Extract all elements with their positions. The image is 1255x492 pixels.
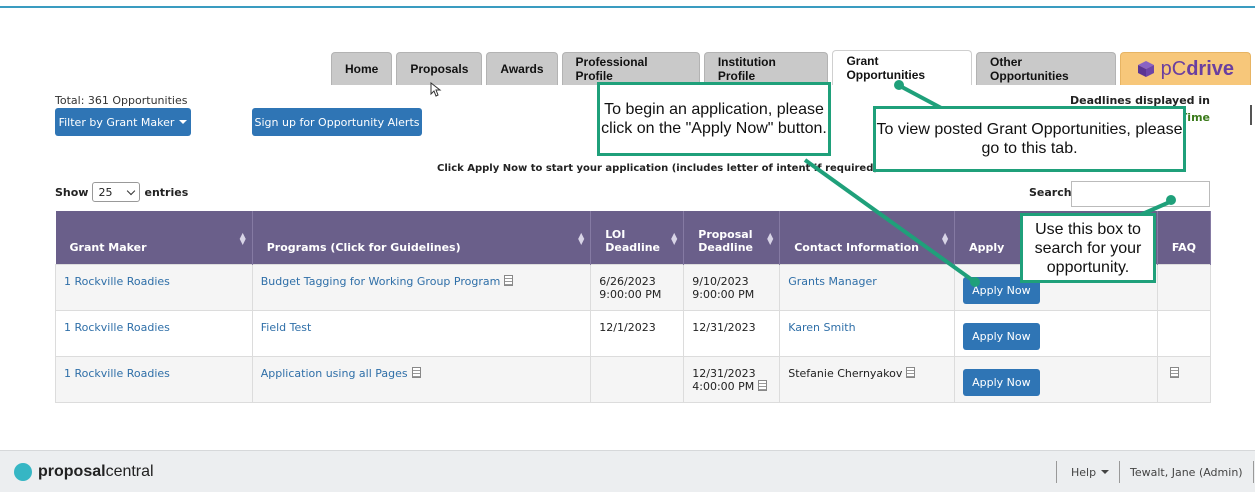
search-input[interactable] (1071, 181, 1210, 207)
caret-down-icon (179, 120, 188, 124)
caret-down-icon (1101, 470, 1110, 474)
column-header-loi-deadline[interactable]: LOI Deadline ▲ ▼ (590, 211, 685, 264)
column-header-contact[interactable]: Contact Information ▲ ▼ (779, 211, 956, 264)
column-header-label: Apply (969, 240, 1005, 254)
column-header-label: Programs (Click for Guidelines) (266, 240, 461, 254)
document-icon[interactable] (906, 366, 916, 378)
apply-now-button[interactable]: Apply Now (963, 368, 1040, 396)
total-opportunities: Total: 361 Opportunities (55, 94, 188, 107)
opportunity-alerts-button[interactable]: Sign up for Opportunity Alerts (252, 108, 422, 136)
column-header-grant-maker[interactable]: Grant Maker ▲ ▼ (55, 211, 253, 264)
column-header-faq: FAQ (1157, 211, 1212, 264)
help-menu[interactable]: Help (1056, 461, 1110, 483)
sort-icon: ▲ ▼ (671, 231, 678, 246)
tab-awards[interactable]: Awards (486, 52, 558, 85)
column-header-proposal-deadline[interactable]: Proposal Deadline ▲ ▼ (683, 211, 781, 264)
proposal-time: 4:00:00 PM (692, 379, 755, 393)
tab-grant-opportunities[interactable]: Grant Opportunities (832, 50, 973, 85)
loi-time: 9:00:00 PM (599, 287, 662, 301)
faq-document-icon[interactable] (1169, 366, 1179, 378)
help-label: Help (1071, 465, 1097, 479)
tab-institution-profile[interactable]: Institution Profile (703, 52, 829, 85)
show-prefix: Show (55, 185, 89, 199)
scrollbar-thumb[interactable] (1250, 105, 1252, 125)
proposalcentral-logo-icon (14, 463, 32, 481)
column-header-label: LOI Deadline (605, 227, 661, 254)
document-icon[interactable] (758, 379, 768, 391)
column-header-label: Proposal Deadline (698, 227, 753, 254)
column-header-label: FAQ (1171, 240, 1196, 254)
apply-instruction: Click Apply Now to start your applicatio… (437, 163, 878, 174)
pcdrive-box-icon (1137, 61, 1154, 77)
sort-icon: ▲ ▼ (767, 231, 774, 246)
proposalcentral-logo[interactable]: proposalcentral (38, 463, 154, 481)
user-menu[interactable]: Tewalt, Jane (Admin) (1119, 461, 1254, 483)
chevron-down-icon (127, 186, 136, 195)
tab-callout: To view posted Grant Opportunities, plea… (873, 106, 1186, 172)
entries-length-control: Show 25 entries (55, 182, 188, 202)
sort-icon: ▲ ▼ (239, 231, 246, 246)
contact-link[interactable]: Karen Smith (788, 321, 855, 334)
document-icon[interactable] (504, 274, 514, 286)
tab-pcdrive[interactable]: pC drive (1119, 52, 1252, 85)
tab-professional-profile[interactable]: Professional Profile (561, 52, 700, 85)
column-header-label: Contact Information (794, 240, 919, 254)
entries-select-value: 25 (98, 185, 113, 199)
apply-now-button[interactable]: Apply Now (963, 322, 1040, 350)
proposal-date: 12/31/2023 (692, 320, 756, 334)
apply-callout: To begin an application, please click on… (597, 82, 831, 156)
table-row: 1 Rockville Roadies Field Test 12/1/2023… (55, 309, 1212, 357)
mouse-cursor-icon (430, 82, 442, 97)
show-suffix: entries (144, 185, 189, 199)
tab-home[interactable]: Home (331, 52, 393, 85)
search-callout: Use this box to search for your opportun… (1020, 213, 1156, 283)
grant-maker-link[interactable]: 1 Rockville Roadies (64, 321, 170, 334)
footer-bar: proposalcentral Help Tewalt, Jane (Admin… (0, 450, 1255, 492)
logo-bold: proposal (38, 463, 106, 480)
grant-maker-link[interactable]: 1 Rockville Roadies (64, 275, 170, 288)
proposal-time: 9:00:00 PM (692, 287, 755, 301)
pcdrive-suffix: drive (1186, 57, 1235, 80)
entries-select[interactable]: 25 (92, 182, 141, 202)
filter-button-label: Filter by Grant Maker (58, 115, 175, 129)
loi-date: 12/1/2023 (599, 320, 656, 334)
proposal-date: 9/10/2023 (692, 274, 749, 288)
program-link[interactable]: Application using all Pages (261, 367, 408, 380)
contact-name: Stefanie Chernyakov (788, 366, 903, 380)
grant-maker-link[interactable]: 1 Rockville Roadies (64, 367, 170, 380)
column-header-label: Grant Maker (69, 240, 147, 254)
sort-icon: ▲ ▼ (941, 231, 949, 246)
filter-by-grant-maker-button[interactable]: Filter by Grant Maker (55, 108, 191, 136)
program-link[interactable]: Field Test (261, 321, 312, 334)
contact-link[interactable]: Grants Manager (788, 275, 877, 288)
tab-proposals[interactable]: Proposals (396, 52, 483, 85)
main-tabs: Home Proposals Awards Professional Profi… (331, 50, 1255, 85)
sort-icon: ▲ ▼ (578, 231, 585, 246)
proposal-date: 12/31/2023 (692, 366, 756, 380)
apply-callout-dot (970, 277, 980, 287)
loi-date: 6/26/2023 (599, 274, 656, 288)
top-rule (0, 6, 1255, 8)
logo-rest: central (105, 463, 154, 480)
column-header-programs[interactable]: Programs (Click for Guidelines) ▲ ▼ (252, 211, 592, 264)
pcdrive-prefix: pC (1160, 57, 1187, 80)
program-link[interactable]: Budget Tagging for Working Group Program (261, 275, 501, 288)
document-icon[interactable] (411, 366, 421, 378)
search-callout-dot (1166, 195, 1176, 205)
tab-callout-dot (894, 80, 904, 90)
tab-other-opportunities[interactable]: Other Opportunities (976, 52, 1116, 85)
search-label: Search: (1029, 186, 1076, 199)
table-row: 1 Rockville Roadies Application using al… (55, 355, 1212, 403)
